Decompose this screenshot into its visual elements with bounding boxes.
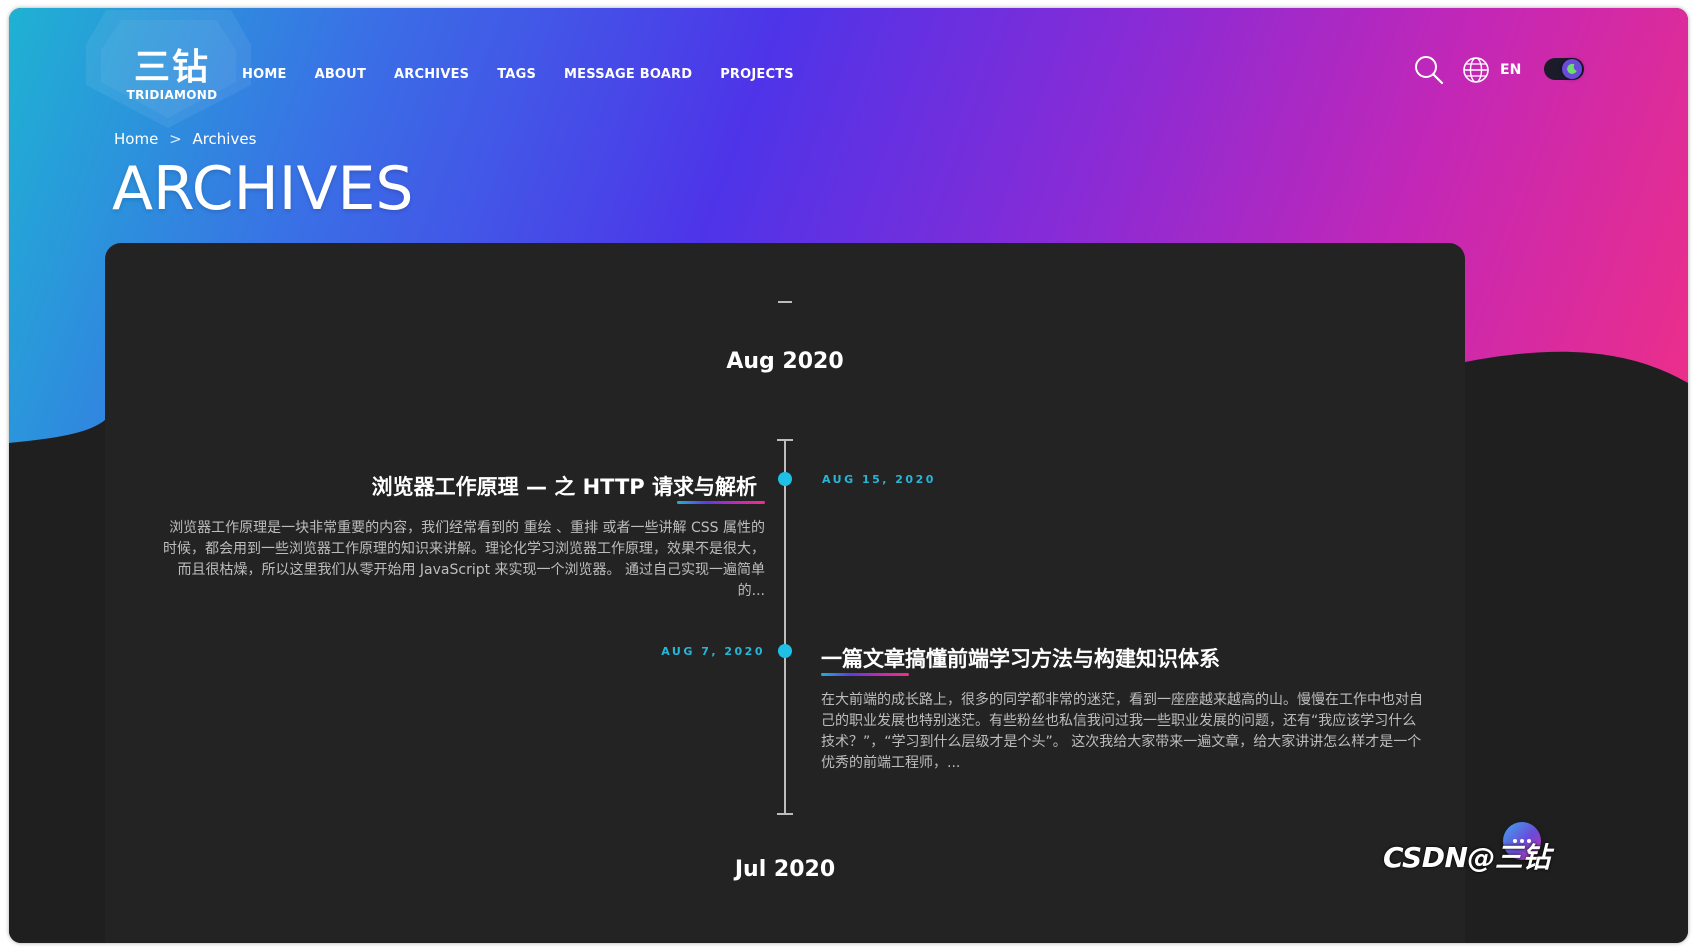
nav-item-about[interactable]: ABOUT <box>315 67 366 82</box>
theme-toggle[interactable] <box>1544 58 1584 80</box>
breadcrumb-separator: > <box>169 130 182 148</box>
post-excerpt: 浏览器工作原理是一块非常重要的内容，我们经常看到的 重绘 、重排 或者一些讲解 … <box>163 520 765 599</box>
timeline-start-dash <box>778 301 792 303</box>
timeline-line <box>784 440 786 814</box>
page-title: ARCHIVES <box>112 154 414 224</box>
logo-text-en[interactable]: TRIDIAMOND <box>119 88 225 102</box>
nav-item-projects[interactable]: PROJECTS <box>720 67 794 82</box>
timeline-dot <box>778 472 792 486</box>
post-title[interactable]: 一篇文章搞懂前端学习方法与构建知识体系 <box>821 643 1441 673</box>
search-icon[interactable] <box>1414 55 1444 85</box>
logo-text-cn[interactable]: 三钻 <box>129 38 215 90</box>
post-date: AUG 15, 2020 <box>822 473 936 486</box>
breadcrumb-current: Archives <box>192 130 257 148</box>
post-title[interactable]: 浏览器工作原理 — 之 HTTP 请求与解析 <box>137 471 757 501</box>
breadcrumb: Home > Archives <box>114 130 262 148</box>
theme-toggle-knob[interactable] <box>1562 59 1582 79</box>
timeline-dot <box>778 644 792 658</box>
month-heading: Aug 2020 <box>726 349 844 374</box>
browser-window: 三钻 TRIDIAMOND HOME ABOUT ARCHIVES TAGS M… <box>9 8 1688 943</box>
moon-icon <box>1567 63 1577 74</box>
month-heading: Jul 2020 <box>734 857 836 882</box>
csdn-watermark: CSDN@三钻 <box>1383 841 1550 874</box>
post-title-underline <box>821 673 909 676</box>
post-excerpt: 在大前端的成长路上，很多的同学都非常的迷茫，看到一座座越来越高的山。慢慢在工作中… <box>821 692 1423 771</box>
main-nav: HOME ABOUT ARCHIVES TAGS MESSAGE BOARD P… <box>242 67 822 82</box>
breadcrumb-home[interactable]: Home <box>114 130 158 148</box>
archive-card: Aug 2020 AUG 15, 2020 浏览器工作原理 — 之 HTTP 请… <box>105 243 1465 943</box>
timeline-cap-bottom <box>777 813 793 815</box>
nav-item-home[interactable]: HOME <box>242 67 287 82</box>
nav-item-archives[interactable]: ARCHIVES <box>394 67 469 82</box>
nav-item-tags[interactable]: TAGS <box>497 67 536 82</box>
language-label[interactable]: EN <box>1500 62 1521 78</box>
post-title-underline <box>677 501 765 504</box>
globe-icon[interactable] <box>1462 56 1490 84</box>
post-date: AUG 7, 2020 <box>661 645 765 658</box>
nav-item-message-board[interactable]: MESSAGE BOARD <box>564 67 692 82</box>
